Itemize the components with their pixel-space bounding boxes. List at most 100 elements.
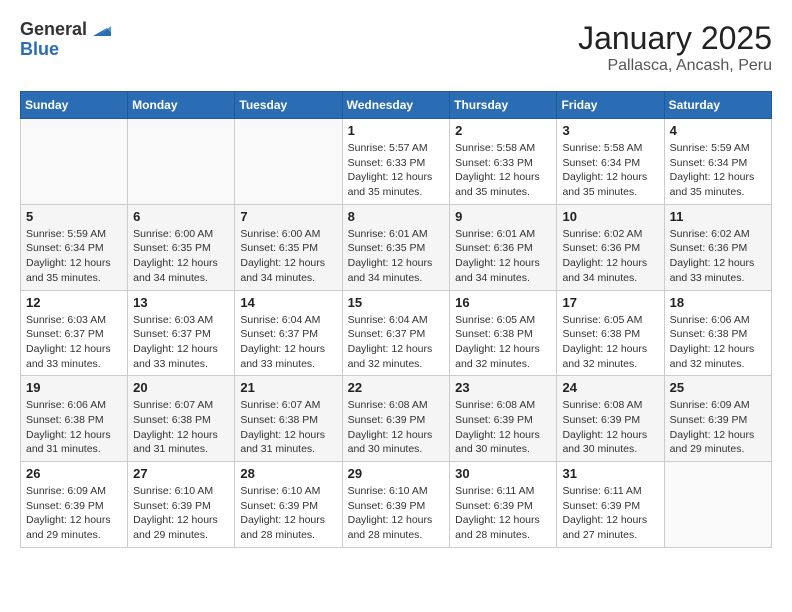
day-number: 10 — [562, 209, 658, 224]
weekday-header-thursday: Thursday — [450, 92, 557, 119]
calendar-cell: 5 Sunrise: 5:59 AM Sunset: 6:34 PM Daylig… — [21, 204, 128, 290]
day-info: Sunrise: 6:07 AM Sunset: 6:38 PM Dayligh… — [133, 398, 229, 457]
day-info: Sunrise: 6:10 AM Sunset: 6:39 PM Dayligh… — [348, 484, 445, 543]
day-info: Sunrise: 6:10 AM Sunset: 6:39 PM Dayligh… — [133, 484, 229, 543]
day-info: Sunrise: 6:00 AM Sunset: 6:35 PM Dayligh… — [240, 227, 336, 286]
day-number: 21 — [240, 380, 336, 395]
day-number: 25 — [670, 380, 766, 395]
calendar-cell: 2Sunrise: 5:58 AM Sunset: 6:33 PM Daylig… — [450, 119, 557, 205]
day-info: Sunrise: 5:57 AM Sunset: 6:33 PM Dayligh… — [348, 141, 445, 200]
day-info: Sunrise: 6:04 AM Sunset: 6:37 PM Dayligh… — [348, 313, 445, 372]
day-info: Sunrise: 6:06 AM Sunset: 6:38 PM Dayligh… — [670, 313, 766, 372]
day-number: 12 — [26, 295, 122, 310]
day-info: Sunrise: 5:59 AM Sunset: 6:34 PM Dayligh… — [670, 141, 766, 200]
calendar-cell: 13 Sunrise: 6:03 AM Sunset: 6:37 PM Dayli… — [128, 290, 235, 376]
day-number: 27 — [133, 466, 229, 481]
calendar-cell: 12Sunrise: 6:03 AM Sunset: 6:37 PM Dayli… — [21, 290, 128, 376]
day-number: 18 — [670, 295, 766, 310]
calendar-cell: 17Sunrise: 6:05 AM Sunset: 6:38 PM Dayli… — [557, 290, 664, 376]
calendar-cell: 1 Sunrise: 5:57 AM Sunset: 6:33 PM Daylig… — [342, 119, 450, 205]
weekday-header-sunday: Sunday — [21, 92, 128, 119]
calendar-cell: 15 Sunrise: 6:04 AM Sunset: 6:37 PM Dayli… — [342, 290, 450, 376]
title-block: January 2025 Pallasca, Ancash, Peru — [578, 20, 772, 75]
day-number: 23 — [455, 380, 551, 395]
day-info: Sunrise: 6:11 AM Sunset: 6:39 PM Dayligh… — [455, 484, 551, 543]
day-number: 14 — [240, 295, 336, 310]
weekday-header-saturday: Saturday — [664, 92, 771, 119]
calendar-cell: 19 Sunrise: 6:06 AM Sunset: 6:38 PM Dayli… — [21, 376, 128, 462]
page-header: General Blue January 2025 Pallasca, Anca… — [20, 20, 772, 75]
calendar-cell: 27 Sunrise: 6:10 AM Sunset: 6:39 PM Dayli… — [128, 462, 235, 548]
calendar-cell: 24Sunrise: 6:08 AM Sunset: 6:39 PM Dayli… — [557, 376, 664, 462]
day-info: Sunrise: 6:05 AM Sunset: 6:38 PM Dayligh… — [455, 313, 551, 372]
day-number: 20 — [133, 380, 229, 395]
day-number: 13 — [133, 295, 229, 310]
day-info: Sunrise: 6:09 AM Sunset: 6:39 PM Dayligh… — [26, 484, 122, 543]
calendar-table: SundayMondayTuesdayWednesdayThursdayFrid… — [20, 91, 772, 548]
weekday-header-monday: Monday — [128, 92, 235, 119]
day-info: Sunrise: 6:09 AM Sunset: 6:39 PM Dayligh… — [670, 398, 766, 457]
calendar-cell — [664, 462, 771, 548]
calendar-week-row: 1 Sunrise: 5:57 AM Sunset: 6:33 PM Daylig… — [21, 119, 772, 205]
day-number: 11 — [670, 209, 766, 224]
location-title: Pallasca, Ancash, Peru — [578, 57, 772, 75]
day-info: Sunrise: 6:10 AM Sunset: 6:39 PM Dayligh… — [240, 484, 336, 543]
logo-blue-text: Blue — [20, 40, 111, 60]
calendar-cell: 21 Sunrise: 6:07 AM Sunset: 6:38 PM Dayli… — [235, 376, 342, 462]
day-info: Sunrise: 6:02 AM Sunset: 6:36 PM Dayligh… — [670, 227, 766, 286]
weekday-header-wednesday: Wednesday — [342, 92, 450, 119]
calendar-cell: 26 Sunrise: 6:09 AM Sunset: 6:39 PM Dayli… — [21, 462, 128, 548]
calendar-cell: 25 Sunrise: 6:09 AM Sunset: 6:39 PM Dayli… — [664, 376, 771, 462]
calendar-cell: 31Sunrise: 6:11 AM Sunset: 6:39 PM Dayli… — [557, 462, 664, 548]
calendar-cell: 29Sunrise: 6:10 AM Sunset: 6:39 PM Dayli… — [342, 462, 450, 548]
logo-icon — [89, 18, 111, 40]
day-number: 30 — [455, 466, 551, 481]
month-title: January 2025 — [578, 20, 772, 57]
day-info: Sunrise: 5:58 AM Sunset: 6:34 PM Dayligh… — [562, 141, 658, 200]
day-info: Sunrise: 6:03 AM Sunset: 6:37 PM Dayligh… — [133, 313, 229, 372]
day-info: Sunrise: 6:05 AM Sunset: 6:38 PM Dayligh… — [562, 313, 658, 372]
day-info: Sunrise: 6:08 AM Sunset: 6:39 PM Dayligh… — [348, 398, 445, 457]
calendar-cell: 20 Sunrise: 6:07 AM Sunset: 6:38 PM Dayli… — [128, 376, 235, 462]
day-number: 6 — [133, 209, 229, 224]
day-number: 22 — [348, 380, 445, 395]
calendar-cell: 22 Sunrise: 6:08 AM Sunset: 6:39 PM Dayli… — [342, 376, 450, 462]
calendar-week-row: 26 Sunrise: 6:09 AM Sunset: 6:39 PM Dayli… — [21, 462, 772, 548]
calendar-cell: 11 Sunrise: 6:02 AM Sunset: 6:36 PM Dayli… — [664, 204, 771, 290]
day-number: 8 — [348, 209, 445, 224]
day-number: 28 — [240, 466, 336, 481]
calendar-week-row: 19 Sunrise: 6:06 AM Sunset: 6:38 PM Dayli… — [21, 376, 772, 462]
day-info: Sunrise: 6:08 AM Sunset: 6:39 PM Dayligh… — [455, 398, 551, 457]
day-number: 19 — [26, 380, 122, 395]
day-info: Sunrise: 6:01 AM Sunset: 6:36 PM Dayligh… — [455, 227, 551, 286]
calendar-cell — [128, 119, 235, 205]
calendar-cell: 6Sunrise: 6:00 AM Sunset: 6:35 PM Daylig… — [128, 204, 235, 290]
day-number: 1 — [348, 123, 445, 138]
calendar-cell: 16 Sunrise: 6:05 AM Sunset: 6:38 PM Dayli… — [450, 290, 557, 376]
day-number: 31 — [562, 466, 658, 481]
day-info: Sunrise: 6:07 AM Sunset: 6:38 PM Dayligh… — [240, 398, 336, 457]
day-number: 15 — [348, 295, 445, 310]
calendar-cell: 14 Sunrise: 6:04 AM Sunset: 6:37 PM Dayli… — [235, 290, 342, 376]
calendar-week-row: 5 Sunrise: 5:59 AM Sunset: 6:34 PM Daylig… — [21, 204, 772, 290]
day-info: Sunrise: 6:04 AM Sunset: 6:37 PM Dayligh… — [240, 313, 336, 372]
day-number: 7 — [240, 209, 336, 224]
calendar-cell: 30 Sunrise: 6:11 AM Sunset: 6:39 PM Dayli… — [450, 462, 557, 548]
calendar-cell: 9Sunrise: 6:01 AM Sunset: 6:36 PM Daylig… — [450, 204, 557, 290]
day-info: Sunrise: 5:59 AM Sunset: 6:34 PM Dayligh… — [26, 227, 122, 286]
calendar-cell: 28 Sunrise: 6:10 AM Sunset: 6:39 PM Dayli… — [235, 462, 342, 548]
day-number: 24 — [562, 380, 658, 395]
day-number: 3 — [562, 123, 658, 138]
day-number: 4 — [670, 123, 766, 138]
logo-general-text: General — [20, 20, 87, 40]
calendar-week-row: 12 Sunrise: 6:03 AM Sunset: 6:37 PM Dayli… — [21, 290, 772, 376]
day-number: 16 — [455, 295, 551, 310]
calendar-cell: 18 Sunrise: 6:06 AM Sunset: 6:38 PM Dayli… — [664, 290, 771, 376]
day-info: Sunrise: 6:06 AM Sunset: 6:38 PM Dayligh… — [26, 398, 122, 457]
day-number: 2 — [455, 123, 551, 138]
day-number: 26 — [26, 466, 122, 481]
weekday-header-row: SundayMondayTuesdayWednesdayThursdayFrid… — [21, 92, 772, 119]
calendar-cell: 3 Sunrise: 5:58 AM Sunset: 6:34 PM Daylig… — [557, 119, 664, 205]
calendar-cell: 10Sunrise: 6:02 AM Sunset: 6:36 PM Dayli… — [557, 204, 664, 290]
day-number: 5 — [26, 209, 122, 224]
